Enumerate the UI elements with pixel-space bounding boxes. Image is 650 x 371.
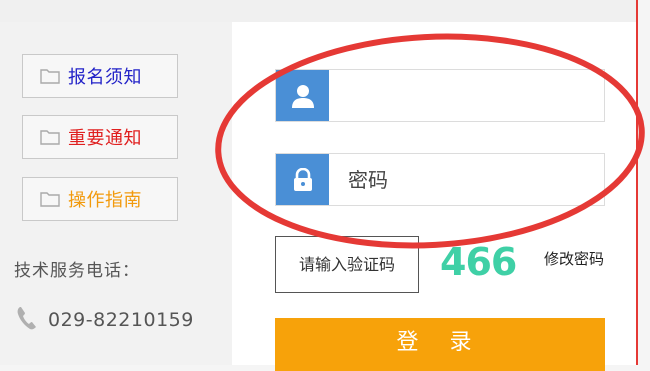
sidebar-item-label: 报名须知 — [68, 67, 142, 88]
username-field[interactable] — [275, 69, 605, 122]
password-input[interactable] — [346, 162, 590, 198]
sidebar-item-registration-notice[interactable]: 报名须知 — [22, 54, 178, 98]
phone-number: 029-82210159 — [48, 309, 194, 331]
folder-icon — [38, 188, 62, 210]
folder-icon — [38, 65, 62, 87]
right-margin — [638, 0, 650, 365]
support-phone: 029-82210159 — [16, 300, 194, 340]
user-icon — [276, 70, 329, 121]
phone-icon — [16, 305, 38, 335]
password-field[interactable] — [275, 153, 605, 206]
captcha-input[interactable] — [275, 236, 419, 293]
sidebar-item-operation-guide[interactable]: 操作指南 — [22, 177, 178, 221]
lock-icon — [276, 154, 329, 205]
support-phone-label: 技术服务电话： — [14, 261, 140, 281]
captcha-image[interactable]: 466 — [440, 240, 517, 284]
login-button[interactable]: 登 录 — [275, 318, 605, 371]
sidebar-item-label: 重要通知 — [68, 128, 142, 149]
sidebar-item-label: 操作指南 — [68, 190, 142, 211]
sidebar-item-important-notice[interactable]: 重要通知 — [22, 115, 178, 159]
top-strip — [0, 0, 636, 23]
username-input[interactable] — [346, 78, 590, 114]
folder-icon — [38, 126, 62, 148]
change-password-link[interactable]: 修改密码 — [544, 248, 604, 269]
